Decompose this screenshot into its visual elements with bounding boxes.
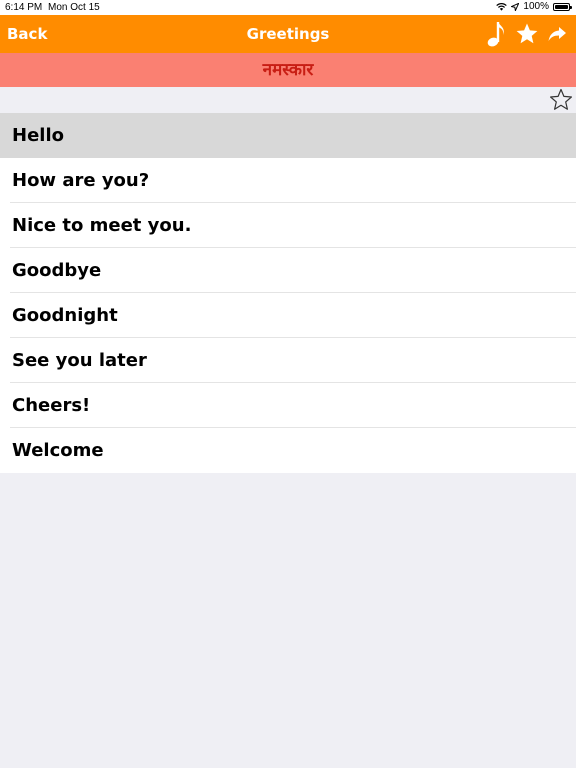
list-item-label: See you later [12, 350, 147, 371]
status-right: 100% [496, 1, 572, 12]
list-item[interactable]: Welcome [0, 428, 576, 473]
list-item-label: How are you? [12, 170, 150, 191]
battery-level [555, 4, 568, 9]
list-item[interactable]: Goodbye [0, 248, 576, 293]
list-item[interactable]: Hello [0, 113, 576, 158]
location-arrow-icon [511, 2, 520, 11]
list-item[interactable]: Goodnight [0, 293, 576, 338]
translation-text: नमस्कार [0, 53, 576, 87]
music-note-icon[interactable] [484, 19, 510, 49]
list-item[interactable]: How are you? [0, 158, 576, 203]
nav-bar: Back Greetings [0, 15, 576, 53]
list-item-label: Nice to meet you. [12, 215, 192, 236]
status-date: Mon Oct 15 [48, 2, 100, 13]
list-item-label: Hello [12, 125, 64, 146]
status-time: 6:14 PM [5, 2, 43, 13]
star-outline-icon[interactable] [549, 88, 573, 112]
battery-percent: 100% [523, 1, 549, 12]
list-item[interactable]: Nice to meet you. [0, 203, 576, 248]
nav-actions [484, 19, 570, 49]
share-icon[interactable] [544, 19, 570, 49]
list-item-label: Cheers! [12, 395, 91, 416]
list-item-label: Goodnight [12, 305, 118, 326]
list-item[interactable]: See you later [0, 338, 576, 383]
wifi-icon [496, 3, 508, 11]
list-item-label: Goodbye [12, 260, 102, 281]
status-bar: 6:14 PM Mon Oct 15 100% [0, 0, 576, 15]
list-item-label: Welcome [12, 440, 104, 461]
battery-icon [553, 2, 572, 11]
phrase-list: Hello How are you? Nice to meet you. Goodby… [0, 113, 576, 473]
star-icon[interactable] [514, 19, 540, 49]
list-item[interactable]: Cheers! [0, 383, 576, 428]
